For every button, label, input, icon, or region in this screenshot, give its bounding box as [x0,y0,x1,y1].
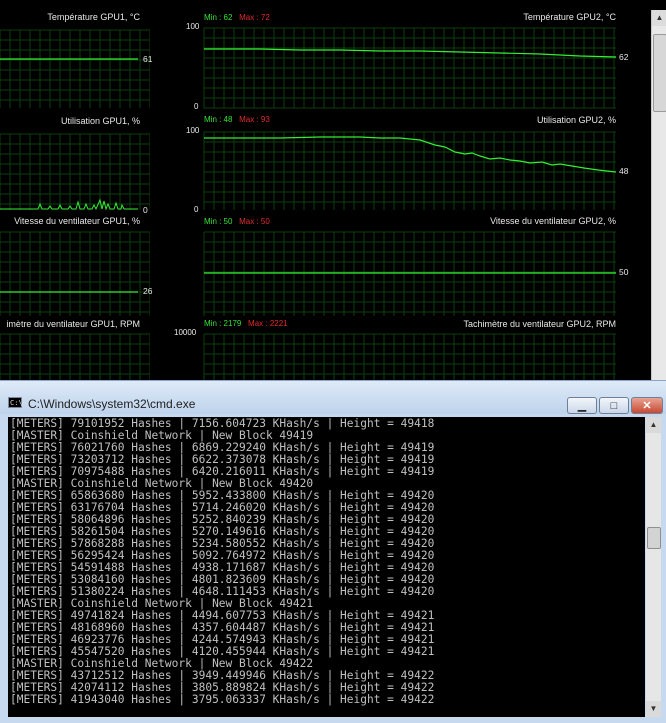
console-output[interactable]: [METERS] 79101952 Hashes | 7156.604723 K… [8,417,645,717]
gpu2-temperature-axis-min: 0 [194,102,199,111]
gpu2-temperature-title: Température GPU2, °C [523,12,616,22]
scroll-up-icon[interactable]: ▲ [652,10,666,26]
gpu2-fan-speed-graph: Min : 50 Max : 50 Vitesse du ventilateur… [180,216,651,320]
grid-lines [203,131,616,210]
console-scrollbar[interactable]: ▲ ▼ [646,417,661,717]
gpu2-usage-title: Utilisation GPU2, % [536,115,616,125]
gpu2-usage-minmax: Min : 48 Max : 93 [204,115,270,124]
gpu2-fan-speed-min: Min : 50 [204,217,233,226]
gpu2-usage-value: 48 [619,166,629,176]
window-titlebar[interactable]: C:\ C:\Windows\system32\cmd.exe ▁ □ ✕ [0,381,666,414]
console-scrollbar-thumb[interactable] [647,527,661,549]
gpu2-temperature-max: Max : 72 [239,13,270,22]
grid-lines [0,133,150,210]
gpu1-fan-rpm-graph: imètre du ventilateur GPU1, RPM [0,316,150,380]
gpu2-temperature-graph: Min : 62 Max : 72 100 0 Température GPU2… [180,8,651,112]
gpu-monitor-panel: Température GPU1, °C 61 Utilisation GPU1… [0,0,666,380]
gpu2-temperature-minmax: Min : 62 Max : 72 [204,13,270,22]
gpu1-usage-title: Utilisation GPU1, % [60,116,140,126]
console-line: [METERS] 41943040 Hashes | 3795.063337 K… [10,693,435,706]
cmd-icon: C:\ [8,397,23,408]
gpu1-temperature-graph: Température GPU1, °C 61 [0,8,153,112]
gpu2-fan-speed-plot [203,231,616,316]
gpu2-fan-rpm-minmax: Min : 2179 Max : 2221 [204,319,288,328]
monitor-scrollbar-thumb[interactable] [653,34,666,112]
gpu2-usage-max: Max : 93 [239,115,270,124]
gpu2-usage-graph: Min : 48 Max : 93 100 0 Utilisation GPU2… [180,112,651,216]
gpu2-temperature-value: 62 [619,52,629,62]
gpu2-usage-axis-max: 100 [186,126,200,135]
gpu1-fan-speed-title: Vitesse du ventilateur GPU1, % [14,216,140,226]
scroll-up-icon[interactable]: ▲ [646,417,661,433]
gpu2-fan-rpm-max: Max : 2221 [248,319,288,328]
gpu2-fan-rpm-graph: Min : 2179 Max : 2221 10000 Tachimètre d… [174,316,651,380]
gpu1-fan-rpm-title: imètre du ventilateur GPU1, RPM [6,319,140,329]
gpu1-temperature-value: 61 [143,54,153,64]
gpu2-fan-rpm-min: Min : 2179 [204,319,242,328]
gpu1-usage-graph: Utilisation GPU1, % 0 [0,112,150,216]
gpu1-temperature-title: Température GPU1, °C [47,12,140,22]
gpu2-temperature-axis-max: 100 [186,22,200,31]
gpu1-fan-speed-value: 26 [143,286,153,296]
gpu1-fan-speed-graph: Vitesse du ventilateur GPU1, % 26 [0,216,153,320]
gpu1-usage-plot [0,133,150,211]
gpu1-fan-speed-plot [0,231,150,316]
gpu2-usage-plot [203,131,617,210]
gpu2-temperature-plot [203,27,617,109]
gpu2-usage-axis-min: 0 [194,205,199,214]
gpu2-fan-rpm-axis-max: 10000 [174,328,197,337]
gpu2-fan-speed-value: 50 [619,267,629,277]
gpu2-fan-rpm-title: Tachimètre du ventilateur GPU2, RPM [463,319,616,329]
grid-lines [203,333,616,380]
grid-lines [203,231,616,316]
gpu2-usage-min: Min : 48 [204,115,233,124]
close-button[interactable]: ✕ [631,397,663,414]
scroll-down-icon[interactable]: ▼ [646,701,661,717]
grid-lines [0,333,150,380]
console-text: [METERS] 79101952 Hashes | 7156.604723 K… [8,417,645,706]
gpu1-usage-value: 0 [143,205,148,215]
minimize-button[interactable]: ▁ [567,397,597,414]
maximize-button[interactable]: □ [599,397,629,414]
cmd-window: C:\ C:\Windows\system32\cmd.exe ▁ □ ✕ [M… [0,380,666,723]
gpu1-temperature-plot [0,29,150,108]
gpu2-fan-speed-minmax: Min : 50 Max : 50 [204,217,270,226]
monitor-scrollbar[interactable]: ▲ [651,10,666,380]
grid-lines [0,231,150,316]
grid-lines [0,29,150,108]
gpu2-fan-speed-title: Vitesse du ventilateur GPU2, % [490,216,616,226]
grid-lines [203,27,616,109]
window-title: C:\Windows\system32\cmd.exe [28,397,196,411]
gpu2-temperature-min: Min : 62 [204,13,233,22]
gpu2-fan-speed-max: Max : 50 [239,217,270,226]
